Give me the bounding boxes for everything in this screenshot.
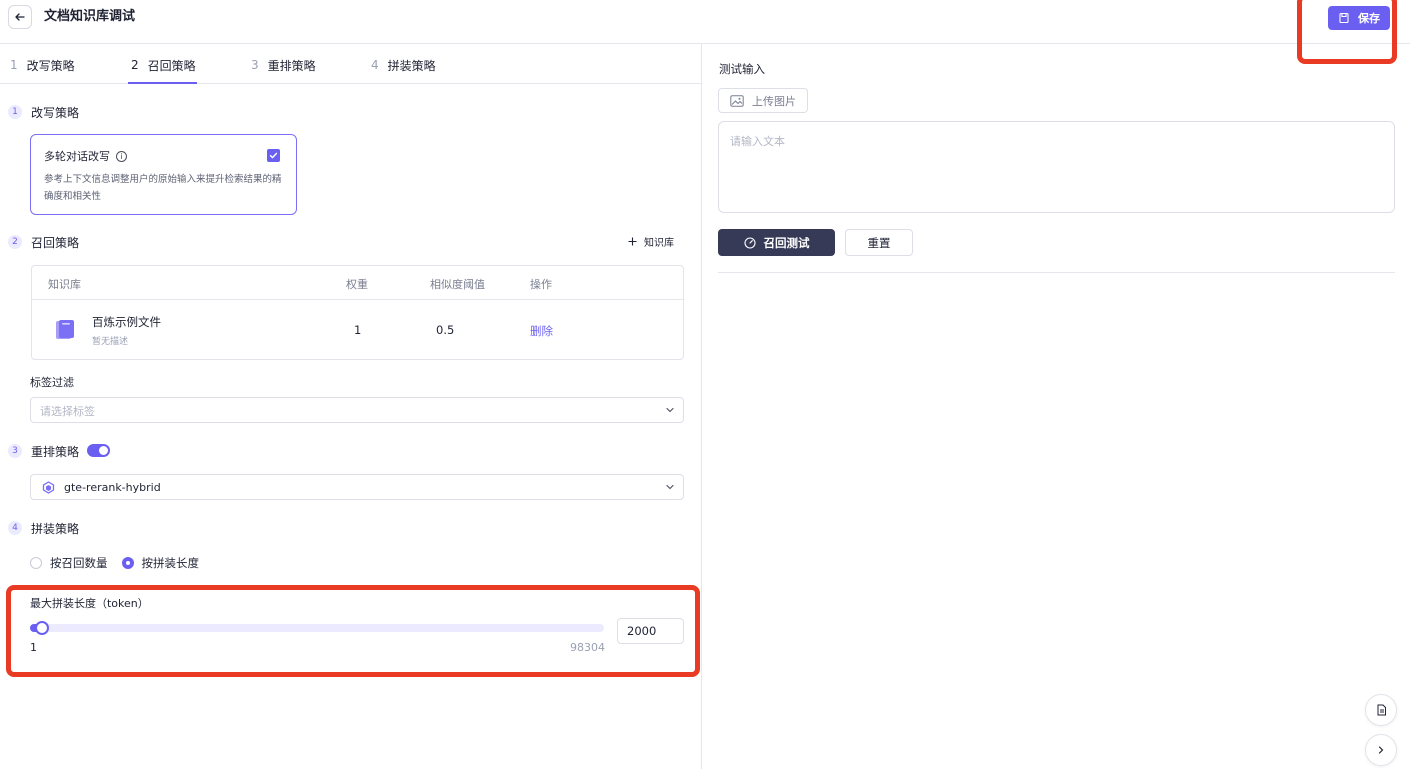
info-icon[interactable]: i bbox=[116, 150, 127, 162]
tab-rewrite[interactable]: 1 改写策略 bbox=[10, 56, 75, 74]
max-length-label: 最大拼装长度（token） bbox=[30, 597, 149, 610]
rewrite-checkbox[interactable] bbox=[267, 149, 280, 162]
save-label: 保存 bbox=[1358, 12, 1380, 25]
plus-icon bbox=[628, 237, 637, 246]
section-number: 2 bbox=[8, 235, 22, 249]
card-title: 多轮对话改写 i bbox=[44, 148, 127, 164]
strategy-tabs: 1 改写策略 2 召回策略 3 重排策略 4 拼装策略 bbox=[0, 45, 701, 84]
tag-filter-placeholder: 请选择标签 bbox=[40, 405, 95, 418]
section-number: 4 bbox=[8, 521, 22, 535]
save-button[interactable]: 保存 bbox=[1328, 6, 1390, 30]
multi-turn-rewrite-card[interactable]: 多轮对话改写 i 参考上下文信息调整用户的原始输入来提升检索结果的精确度和相关性 bbox=[30, 134, 297, 215]
kb-description: 暂无描述 bbox=[92, 337, 129, 347]
radio-by-length[interactable] bbox=[121, 557, 134, 569]
arrow-left-icon bbox=[15, 13, 25, 21]
active-tab-indicator bbox=[128, 82, 197, 84]
document-icon bbox=[1377, 704, 1386, 716]
radio-by-length-label[interactable]: 按拼装长度 bbox=[142, 555, 200, 571]
column-header-threshold: 相似度阈值 bbox=[430, 278, 485, 291]
section-label: 召回策略 bbox=[31, 235, 80, 250]
results-divider bbox=[718, 272, 1395, 273]
page-title: 文档知识库调试 bbox=[44, 9, 136, 24]
tab-label: 重排策略 bbox=[267, 58, 316, 73]
tab-assemble[interactable]: 4 拼装策略 bbox=[371, 56, 436, 74]
test-input-label: 测试输入 bbox=[719, 62, 765, 76]
radio-by-count-label[interactable]: 按召回数量 bbox=[50, 555, 108, 571]
rerank-model-select[interactable]: gte-rerank-hybrid bbox=[30, 474, 684, 500]
assemble-mode-radios: 按召回数量 按拼装长度 bbox=[30, 555, 199, 571]
tab-recall[interactable]: 2 召回策略 bbox=[131, 56, 196, 74]
tag-filter-select[interactable]: 请选择标签 bbox=[30, 397, 684, 423]
kb-threshold: 0.5 bbox=[436, 323, 455, 337]
tab-number: 2 bbox=[131, 58, 139, 72]
card-title-text: 多轮对话改写 bbox=[44, 150, 110, 163]
recall-test-button[interactable]: 召回测试 bbox=[718, 229, 835, 256]
toggle-knob bbox=[99, 446, 108, 455]
section-number: 3 bbox=[8, 444, 22, 458]
radio-by-count[interactable] bbox=[30, 557, 42, 569]
gauge-icon bbox=[743, 236, 756, 249]
model-icon bbox=[42, 481, 55, 494]
rerank-toggle[interactable] bbox=[87, 444, 110, 457]
reset-button[interactable]: 重置 bbox=[845, 229, 913, 256]
slider-handle[interactable] bbox=[35, 621, 49, 635]
chevron-right-icon bbox=[1378, 746, 1384, 754]
chevron-down-icon bbox=[666, 407, 674, 413]
section-number: 1 bbox=[8, 105, 22, 119]
tab-label: 拼装策略 bbox=[387, 58, 436, 73]
tab-label: 召回策略 bbox=[147, 58, 196, 73]
add-kb-label: 知识库 bbox=[644, 238, 674, 249]
expand-float-button[interactable] bbox=[1365, 734, 1397, 766]
kb-name: 百炼示例文件 bbox=[92, 315, 161, 329]
panel-divider bbox=[701, 44, 702, 769]
section-label: 拼装策略 bbox=[31, 521, 80, 536]
tag-filter-label: 标签过滤 bbox=[30, 376, 74, 389]
image-icon bbox=[730, 94, 744, 107]
header-bar: 文档知识库调试 保存 bbox=[0, 0, 1410, 44]
knowledge-base-table: 知识库 权重 相似度阈值 操作 百炼示例文件 暂无描述 1 0.5 删除 bbox=[31, 265, 684, 360]
slider-min-value: 1 bbox=[30, 641, 37, 654]
tab-number: 1 bbox=[10, 58, 18, 72]
rerank-model-value: gte-rerank-hybrid bbox=[64, 481, 161, 494]
section-rewrite-title: 1 改写策略 bbox=[8, 104, 79, 120]
upload-image-label: 上传图片 bbox=[752, 94, 796, 108]
chevron-down-icon bbox=[666, 484, 674, 490]
kb-weight: 1 bbox=[354, 323, 362, 337]
tab-number: 4 bbox=[371, 58, 379, 72]
max-length-slider-track[interactable] bbox=[30, 624, 604, 632]
add-knowledge-base-button[interactable]: 知识库 bbox=[628, 234, 674, 249]
section-assemble-title: 4 拼装策略 bbox=[8, 520, 79, 536]
table-header-divider bbox=[32, 299, 683, 300]
tab-number: 3 bbox=[251, 58, 259, 72]
book-icon bbox=[56, 320, 74, 339]
check-icon bbox=[269, 152, 278, 159]
card-description: 参考上下文信息调整用户的原始输入来提升检索结果的精确度和相关性 bbox=[44, 174, 282, 202]
tab-label: 改写策略 bbox=[26, 58, 75, 73]
test-input-placeholder: 请输入文本 bbox=[730, 135, 785, 148]
tab-rerank[interactable]: 3 重排策略 bbox=[251, 56, 316, 74]
column-header-weight: 权重 bbox=[346, 278, 368, 291]
delete-link[interactable]: 删除 bbox=[530, 323, 553, 339]
column-header-kb: 知识库 bbox=[48, 278, 81, 291]
document-float-button[interactable] bbox=[1365, 694, 1397, 726]
column-header-action: 操作 bbox=[530, 278, 552, 291]
back-button[interactable] bbox=[8, 5, 32, 29]
test-text-input[interactable]: 请输入文本 bbox=[718, 121, 1395, 213]
max-length-input[interactable]: 2000 bbox=[617, 618, 684, 644]
section-label: 重排策略 bbox=[31, 444, 80, 459]
section-rerank-title: 3 重排策略 bbox=[8, 443, 79, 459]
section-label: 改写策略 bbox=[31, 105, 80, 120]
recall-test-label: 召回测试 bbox=[763, 235, 810, 250]
slider-max-value: 98304 bbox=[570, 641, 605, 654]
save-icon bbox=[1339, 12, 1349, 24]
upload-image-button[interactable]: 上传图片 bbox=[718, 88, 808, 113]
section-recall-title: 2 召回策略 bbox=[8, 234, 79, 250]
